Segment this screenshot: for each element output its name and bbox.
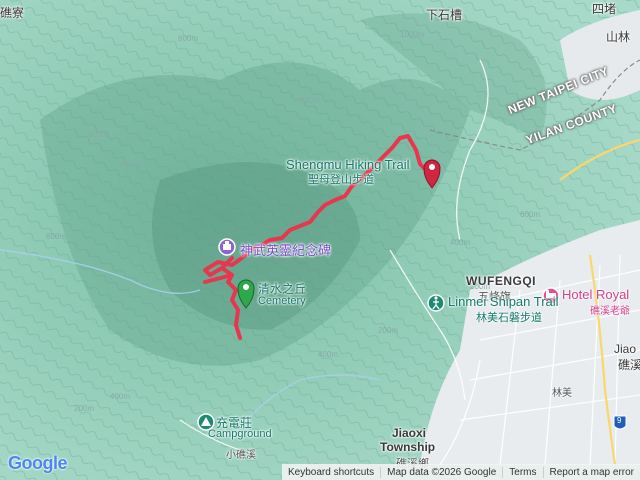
- report-error-link[interactable]: Report a map error: [542, 466, 640, 478]
- contour-label: 800m: [178, 34, 199, 43]
- logo-text: Google: [8, 453, 68, 473]
- monument-label[interactable]: 神武英靈紀念碑: [240, 240, 331, 259]
- place-label-jiaoxi[interactable]: Jiaoxi: [392, 426, 426, 440]
- place-label[interactable]: 下石槽: [426, 6, 462, 23]
- contour-label: 400m: [110, 392, 131, 401]
- keyboard-shortcuts-link[interactable]: Keyboard shortcuts: [282, 467, 380, 478]
- place-label[interactable]: 礁寮: [0, 4, 24, 21]
- place-label-jiaoxi-partial[interactable]: Jiao: [614, 342, 636, 356]
- contour-label: 1000m: [118, 160, 143, 169]
- contour-label: 1000m: [400, 30, 425, 39]
- trail-label-cn[interactable]: 聖母登山步道: [308, 171, 374, 187]
- place-label-linmei-town[interactable]: 林美: [552, 384, 572, 399]
- trail-label-linmei[interactable]: Linmei Shipan Trail: [448, 294, 559, 309]
- map-data-attribution: Map data ©2026 Google: [380, 466, 502, 478]
- terms-link[interactable]: Terms: [502, 466, 542, 478]
- place-label-jiaoxi-cn-partial[interactable]: 礁溪: [618, 356, 640, 373]
- place-label-xiaojiaoxi[interactable]: 小礁溪: [226, 446, 256, 461]
- contour-label: 600m: [520, 210, 541, 219]
- camp-label-en[interactable]: Campground: [208, 428, 272, 440]
- hiker-icon[interactable]: [427, 294, 445, 312]
- contour-label: 600m: [46, 232, 67, 241]
- map-footer: Keyboard shortcuts Map data ©2026 Google…: [281, 464, 640, 480]
- trail-label-linmei-cn[interactable]: 林美石磐步道: [476, 309, 542, 325]
- trail-label[interactable]: Shengmu Hiking Trail: [286, 157, 410, 172]
- monument-icon[interactable]: [218, 238, 236, 256]
- place-label[interactable]: 四堵: [592, 0, 616, 17]
- place-label-township[interactable]: Township: [380, 440, 435, 454]
- contour-label: 200m: [378, 326, 399, 335]
- google-logo: Google: [8, 453, 68, 474]
- hotel-label[interactable]: Hotel Royal: [562, 287, 629, 302]
- route-shield-number: 9: [617, 416, 622, 425]
- hotel-label-cn[interactable]: 礁溪老爺: [590, 302, 630, 317]
- contour-label: 800m: [300, 96, 321, 105]
- contour-label: 400m: [450, 238, 471, 247]
- cemetery-label-en[interactable]: Cemetery: [258, 295, 306, 307]
- place-label[interactable]: 山林: [606, 28, 630, 45]
- contour-label: 800m: [88, 130, 109, 139]
- contour-label: 200m: [74, 404, 95, 413]
- contour-label: 400m: [318, 350, 339, 359]
- place-label-wufengqi[interactable]: WUFENGQI: [466, 274, 536, 288]
